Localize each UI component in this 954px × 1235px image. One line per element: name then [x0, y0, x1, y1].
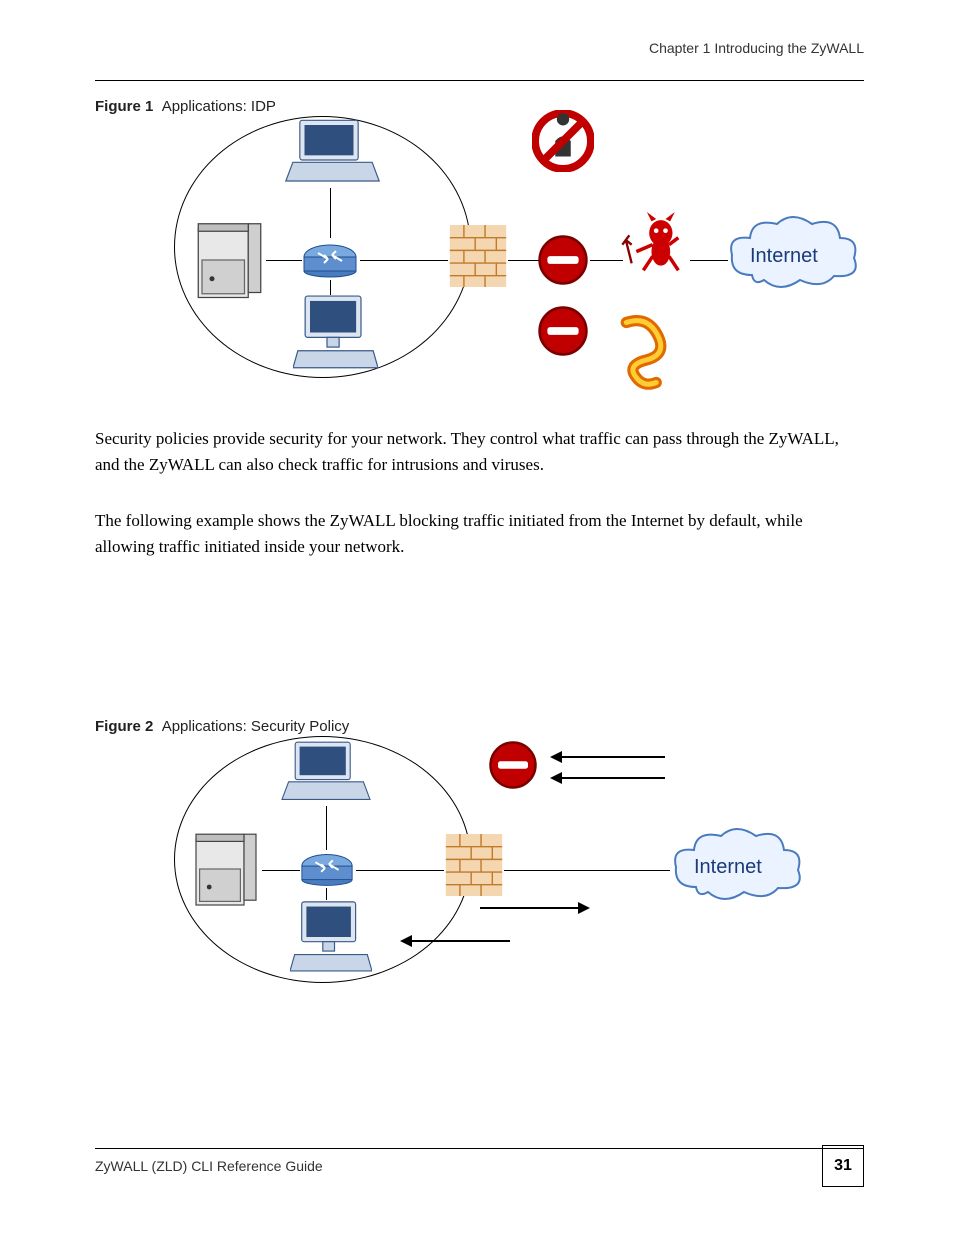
footer-rule	[95, 1148, 864, 1149]
line	[326, 888, 327, 900]
figure1: Internet	[170, 110, 860, 400]
firewall-icon	[448, 225, 508, 287]
figure2: Internet	[170, 730, 860, 990]
line	[326, 806, 327, 850]
line	[330, 280, 331, 295]
no-entry-icon	[537, 234, 589, 286]
laptop-icon	[280, 740, 372, 806]
body-paragraph-1: Security policies provide security for y…	[95, 426, 864, 477]
arrow-outgoing	[480, 902, 590, 914]
no-entry-icon-2	[537, 305, 589, 357]
internet-label: Internet	[750, 245, 818, 268]
figure1-label: Figure 1	[95, 98, 153, 115]
page: Chapter 1 Introducing the ZyWALL Figure …	[0, 0, 954, 1235]
line	[266, 260, 302, 261]
figure2-label: Figure 2	[95, 718, 153, 735]
arrow-incoming-blocked-2	[550, 772, 665, 784]
no-person-icon	[532, 110, 594, 172]
header-rule	[95, 80, 864, 81]
desktop-icon	[290, 896, 372, 978]
router-icon	[300, 238, 360, 280]
arrow-return	[400, 935, 510, 947]
body-paragraph-2: The following example shows the ZyWALL b…	[95, 508, 864, 559]
no-entry-icon-3	[488, 740, 538, 790]
server-icon	[192, 215, 267, 305]
page-number: 31	[822, 1145, 864, 1187]
line	[262, 870, 300, 871]
line	[504, 870, 670, 871]
header-chapter: Chapter 1 Introducing the ZyWALL	[130, 40, 864, 56]
arrow-incoming-blocked-1	[550, 751, 665, 763]
router-icon	[298, 848, 356, 888]
footer-text: ZyWALL (ZLD) CLI Reference Guide	[95, 1158, 323, 1174]
line	[590, 260, 623, 261]
internet-label-2: Internet	[694, 856, 762, 879]
line	[330, 188, 331, 238]
line	[356, 870, 444, 871]
laptop-icon	[285, 118, 380, 188]
desktop-icon	[293, 290, 378, 375]
server-icon	[190, 826, 262, 912]
worm-icon	[610, 315, 675, 390]
firewall-icon	[444, 834, 504, 896]
demon-icon	[620, 205, 690, 275]
line	[508, 260, 540, 261]
line	[360, 260, 448, 261]
